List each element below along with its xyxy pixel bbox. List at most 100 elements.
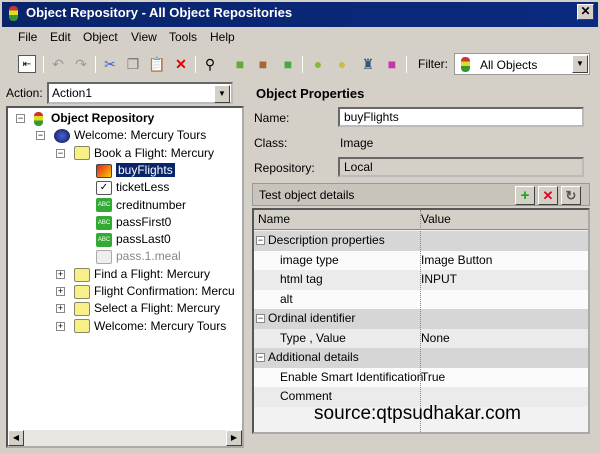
filter-dropdown[interactable]: All Objects ▼ [454,53,590,75]
image-icon [96,163,112,178]
cut-icon[interactable]: ✂ [101,55,119,73]
properties-grid: Name Value − Description properties image … [252,208,590,434]
horizontal-scrollbar[interactable]: ◀ ▶ [8,430,242,446]
property-name: Description properties [268,233,385,247]
grid-header: Name Value [254,210,588,230]
category-row[interactable]: − Ordinal identifier [254,309,588,329]
tree-node[interactable]: Flight Confirmation: Mercu [74,283,235,300]
separator [302,56,303,73]
page-icon [74,319,90,334]
tree-node-label: Select a Flight: Mercury [94,301,221,316]
tree-node[interactable]: Book a Flight: Mercury [74,145,214,162]
copy-icon[interactable]: ❐ [124,55,142,73]
menu-help[interactable]: Help [210,30,235,44]
expand-icon[interactable]: + [56,287,65,296]
add-property-icon[interactable]: + [515,186,535,205]
collapse-icon[interactable]: − [256,236,265,245]
expand-icon[interactable]: + [56,321,65,331]
menu-file[interactable]: File [18,30,37,44]
category-row[interactable]: − Description properties [254,231,588,251]
collapse-icon[interactable]: − [256,314,265,323]
add-objects-icon[interactable]: ■ [279,55,297,73]
property-row[interactable]: image type Image Button [254,250,588,270]
category-row[interactable]: − Additional details [254,348,588,368]
browser-icon [54,129,70,144]
separator [43,56,44,73]
tree-node[interactable]: Welcome: Mercury Tours [54,127,206,144]
refresh-icon[interactable]: ↻ [561,186,581,205]
collapse-icon[interactable]: − [56,148,65,158]
property-row[interactable]: Type , Value None [254,328,588,348]
tree-node[interactable]: ✓ ticketLess [96,179,169,196]
property-value: True [421,369,446,384]
tree-node[interactable]: Object Repository [34,110,154,127]
test-object-details-bar: Test object details + ✕ ↻ [252,183,590,206]
tree-node[interactable]: Select a Flight: Mercury [74,300,220,317]
tree-node-label: Welcome: Mercury Tours [94,318,227,333]
checkbox-icon: ✓ [96,181,112,196]
menu-edit[interactable]: Edit [50,30,71,44]
property-name: Type , Value [280,330,346,345]
collapse-icon[interactable]: − [16,114,25,123]
tree-node[interactable]: ABC passFirst0 [96,214,171,231]
update-object-icon[interactable]: ■ [254,55,272,73]
tree-node[interactable]: buyFlights [96,162,175,179]
find-icon[interactable]: ⚲ [201,55,219,73]
tree-node[interactable]: Find a Flight: Mercury [74,266,210,283]
tree-node[interactable]: ABC passLast0 [96,231,171,248]
highlight-icon[interactable]: ● [309,55,327,73]
chevron-down-icon[interactable]: ▼ [214,85,230,103]
tree-node-label: pass.1.meal [116,249,181,264]
expand-icon[interactable]: + [56,304,65,314]
class-label: Class: [254,136,288,150]
object-spy-icon[interactable]: ♜ [359,55,377,73]
menu-object[interactable]: Object [83,30,118,44]
tree-node-label: creditnumber [116,197,187,212]
toggle-panel-icon[interactable]: ⇤ [18,55,36,73]
column-header-name[interactable]: Name [258,210,290,230]
property-value: None [421,330,450,345]
watermark: source:qtpsudhakar.com [314,403,522,424]
tree-node[interactable]: Welcome: Mercury Tours [74,318,226,335]
page-icon [74,267,90,282]
expand-icon[interactable]: + [56,269,65,279]
property-name: html tag [280,272,323,286]
property-name: Additional details [268,350,359,364]
menu-view[interactable]: View [131,30,157,44]
remove-property-icon[interactable]: ✕ [538,186,558,205]
property-row[interactable]: alt [254,289,588,309]
page-icon [74,284,90,299]
close-button[interactable]: ✕ [577,4,594,20]
action-dropdown[interactable]: Action1 ▼ [47,82,233,104]
property-name: Enable Smart Identification [280,369,424,384]
locate-icon[interactable]: ● [333,55,351,73]
column-header-value[interactable]: Value [421,210,451,230]
collapse-icon[interactable]: − [256,353,265,362]
list-icon [96,250,112,265]
repository-manager-icon[interactable]: ■ [383,55,401,73]
tree-node-label: ticketLess [116,180,170,195]
redo-icon[interactable]: ↷ [72,55,90,73]
tree-node[interactable]: ABC creditnumber [96,197,186,214]
chevron-down-icon[interactable]: ▼ [572,55,588,73]
undo-icon[interactable]: ↶ [49,55,67,73]
scroll-left-button[interactable]: ◀ [8,430,24,446]
scroll-right-button[interactable]: ▶ [226,430,242,446]
delete-icon[interactable]: ✕ [172,55,190,73]
property-row[interactable]: html tag INPUT [254,270,588,290]
menu-tools[interactable]: Tools [169,30,197,44]
property-value: Image Button [421,252,493,267]
add-object-icon[interactable]: ■ [231,55,249,73]
collapse-icon[interactable]: − [36,131,45,141]
paste-icon[interactable]: 📋 [148,55,166,73]
tree-node[interactable]: pass.1.meal [96,248,181,265]
action-label: Action: [6,86,43,100]
filter-label: Filter: [418,57,448,71]
property-row[interactable]: Enable Smart Identification True [254,367,588,387]
separator [95,56,96,73]
tree-node-label: passFirst0 [116,214,172,229]
name-input[interactable]: buyFlights [338,107,584,127]
tree-node-label: Object Repository [51,111,155,125]
repository-icon [461,57,470,72]
tree-node-label: passLast0 [116,232,171,247]
